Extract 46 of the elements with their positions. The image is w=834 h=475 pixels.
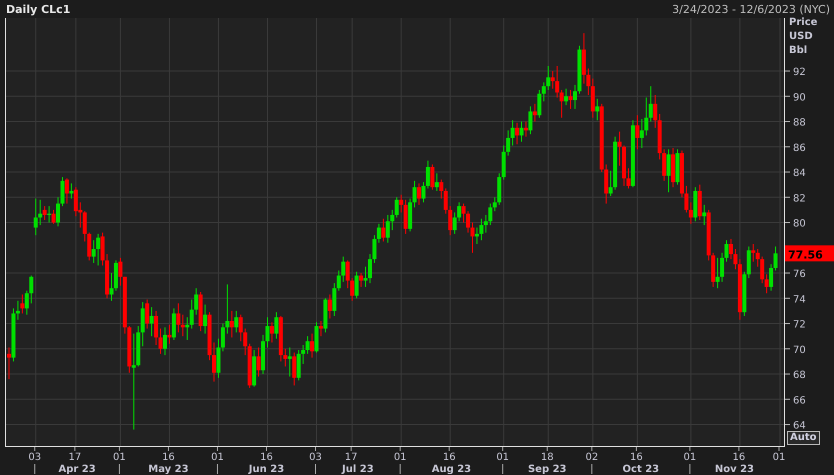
last-price-tag: 77.56: [785, 245, 834, 262]
y-tick-label: 92: [793, 67, 806, 78]
y-tick-label: 70: [793, 344, 806, 356]
y-tick-label: 82: [793, 193, 806, 204]
month-label: Aug 23: [432, 464, 472, 474]
y-tick-label: 66: [793, 395, 806, 406]
auto-scale-button[interactable]: Auto: [787, 431, 820, 445]
y-tick-label: 74: [793, 294, 806, 306]
y-tick-label: 84: [793, 168, 806, 180]
month-label: Jul 23: [342, 464, 374, 474]
month-label: Nov 23: [714, 464, 754, 474]
x-tick-label: 01: [772, 452, 786, 463]
x-tick-label: 17: [68, 452, 82, 463]
y-tick-label: 72: [793, 320, 806, 331]
x-tick-label: 01: [496, 452, 510, 463]
x-tick-label: 16: [732, 452, 746, 463]
y-tick-label: 64: [793, 420, 806, 432]
month-label: Oct 23: [622, 464, 660, 474]
x-tick-label: 01: [211, 452, 224, 463]
x-tick-label: 16: [260, 452, 273, 463]
x-tick-label: 16: [442, 452, 456, 463]
date-range: 3/24/2023 - 12/6/2023 (NYC): [672, 2, 830, 16]
x-tick-label: 16: [162, 452, 175, 463]
x-tick-label: 03: [28, 452, 42, 463]
x-tick-label: 18: [540, 452, 554, 463]
x-tick-label: 01: [113, 452, 126, 463]
month-label: Jun 23: [248, 464, 284, 474]
month-label: Apr 23: [58, 464, 96, 474]
axis-unit-label: Price: [789, 16, 818, 30]
x-tick-label: 16: [630, 452, 643, 463]
y-tick-label: 90: [793, 92, 806, 104]
x-tick-label: 01: [394, 452, 407, 463]
month-label: May 23: [148, 464, 189, 474]
y-tick-label: 88: [793, 118, 806, 129]
axis-unit-label: Bbl: [789, 44, 808, 58]
x-tick-label: 17: [344, 452, 358, 463]
x-tick-label: 02: [585, 452, 598, 463]
month-label: Sep 23: [528, 464, 567, 474]
y-tick-label: 76: [793, 269, 806, 280]
chart-title: Daily CLc1: [6, 2, 70, 16]
y-tick-label: 80: [793, 218, 806, 230]
axis-unit-label: USD: [789, 30, 814, 44]
y-tick-label: 68: [793, 370, 806, 382]
x-tick-label: 03: [309, 452, 322, 463]
y-tick-label: 86: [793, 142, 806, 154]
x-tick-label: 01: [684, 452, 696, 463]
